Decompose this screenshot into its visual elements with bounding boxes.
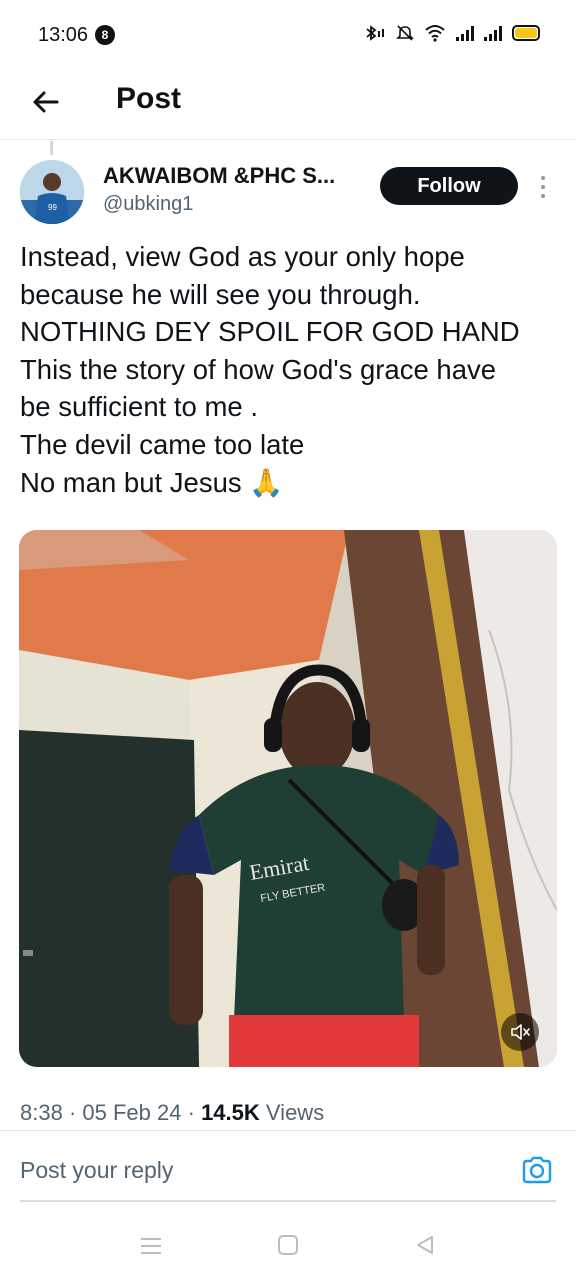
post-meta: 8:38 · 05 Feb 24 · 14.5K Views bbox=[20, 1100, 324, 1126]
post-time: 8:38 bbox=[20, 1100, 63, 1125]
status-time: 13:06 bbox=[38, 24, 89, 46]
meta-separator: · bbox=[68, 1100, 83, 1125]
post-video[interactable]: Emirat FLY BETTER bbox=[19, 530, 557, 1067]
views-count[interactable]: 14.5K bbox=[201, 1100, 260, 1125]
page-title: Post bbox=[116, 82, 182, 115]
divider bbox=[0, 1130, 576, 1131]
status-icons bbox=[364, 24, 540, 42]
post-date: 05 Feb 24 bbox=[82, 1100, 182, 1125]
arrow-left-icon[interactable] bbox=[30, 86, 62, 118]
bluetooth-icon bbox=[366, 25, 384, 41]
home-icon[interactable] bbox=[278, 1235, 298, 1255]
meta-separator: · bbox=[187, 1100, 202, 1125]
avatar[interactable]: 99 bbox=[20, 160, 84, 224]
post-text-line: be sufficient to me . bbox=[20, 391, 258, 423]
recents-icon[interactable] bbox=[140, 1236, 162, 1256]
author-handle[interactable]: @ubking1 bbox=[103, 193, 193, 216]
reply-divider bbox=[20, 1200, 556, 1202]
post-text-line: This the story of how God's grace have bbox=[20, 353, 497, 385]
signal-icon bbox=[484, 25, 502, 41]
notification-badge: 8 bbox=[95, 25, 115, 45]
speaker-muted-icon bbox=[511, 1024, 530, 1040]
post-text-line: because he will see you through. bbox=[20, 278, 421, 310]
wifi-icon bbox=[425, 25, 445, 42]
post-text-line: The devil came too late bbox=[20, 428, 305, 460]
camera-icon[interactable] bbox=[520, 1153, 554, 1187]
author-name[interactable]: AKWAIBOM &PHC S... bbox=[103, 163, 335, 189]
battery-icon bbox=[512, 25, 540, 41]
post-text: Instead, view God as your only hope beca… bbox=[20, 238, 560, 501]
post-text-line: Instead, view God as your only hope bbox=[20, 241, 465, 272]
top-app-bar: Post bbox=[0, 70, 576, 140]
back-icon[interactable] bbox=[414, 1234, 436, 1256]
post-text-line: No man but Jesus 🙏 bbox=[20, 466, 284, 498]
status-bar: 13:06 8 bbox=[0, 0, 576, 70]
reply-input[interactable] bbox=[20, 1150, 500, 1190]
video-frame: Emirat FLY BETTER bbox=[19, 530, 557, 1067]
mute-icon bbox=[396, 25, 414, 41]
avatar-image: 99 bbox=[20, 160, 84, 224]
post-text-line: NOTHING DEY SPOIL FOR GOD HAND bbox=[20, 316, 520, 348]
signal-icon bbox=[456, 25, 474, 41]
svg-text:99: 99 bbox=[48, 203, 57, 212]
more-options-icon[interactable] bbox=[536, 172, 550, 202]
mute-toggle-button[interactable] bbox=[501, 1013, 539, 1051]
views-label[interactable]: Views bbox=[266, 1100, 324, 1125]
follow-button[interactable]: Follow bbox=[380, 167, 518, 205]
system-nav-bar bbox=[0, 1210, 576, 1280]
thread-connector bbox=[50, 141, 53, 155]
